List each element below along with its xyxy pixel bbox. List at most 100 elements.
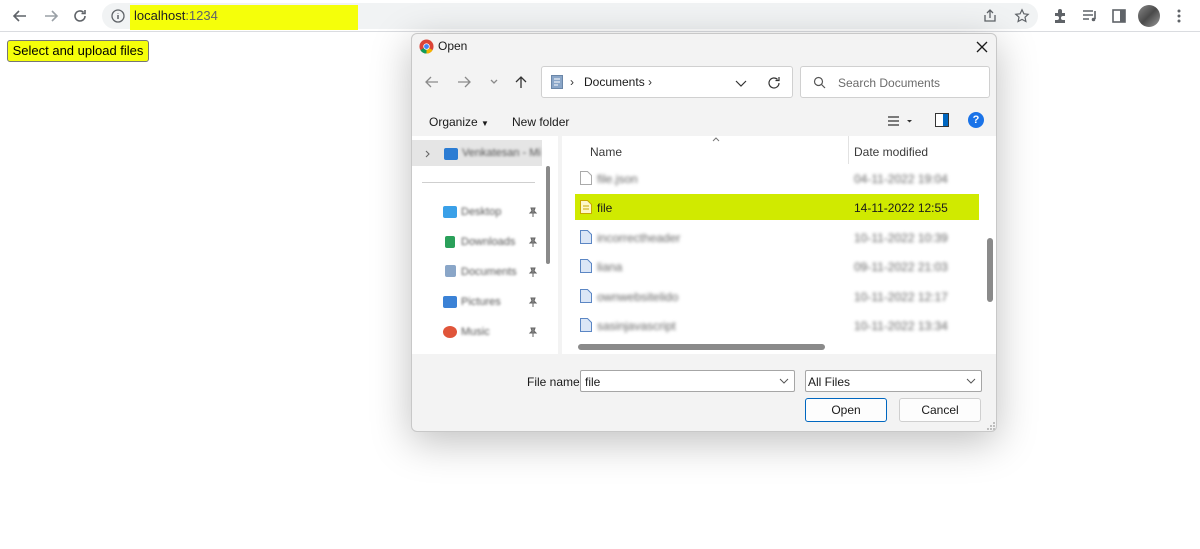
chevron-right-icon[interactable]: [424, 150, 432, 158]
view-options-icon[interactable]: [887, 114, 915, 128]
file-type-select[interactable]: All Files: [805, 370, 982, 392]
file-name: liana: [597, 260, 623, 274]
file-icon: [580, 200, 592, 214]
resize-grip-icon[interactable]: [986, 421, 996, 431]
pin-icon[interactable]: [528, 267, 538, 278]
file-date: 10-11-2022 10:39: [854, 231, 948, 245]
search-placeholder: Search Documents: [838, 76, 941, 90]
search-icon: [813, 76, 826, 89]
pin-icon[interactable]: [528, 297, 538, 308]
file-list-horizontal-scrollbar[interactable]: [578, 344, 825, 350]
pictures-icon: [443, 296, 457, 308]
new-folder-button[interactable]: New folder: [512, 115, 569, 129]
cancel-button[interactable]: Cancel: [899, 398, 981, 422]
dialog-address-row: › Documents › Search Documents: [412, 64, 996, 100]
chrome-logo-icon: [419, 39, 434, 54]
dialog-forward-icon[interactable]: [456, 74, 472, 90]
documents-icon: [445, 265, 456, 277]
pin-icon[interactable]: [528, 237, 538, 248]
file-icon: [580, 289, 592, 303]
side-panel-icon[interactable]: [1110, 7, 1128, 25]
navigation-pane: Venkatesan - Mi Desktop Downloads Docume…: [412, 136, 558, 354]
file-name-label: File name:: [527, 375, 584, 389]
help-icon[interactable]: ?: [968, 112, 984, 128]
media-control-icon[interactable]: [1081, 7, 1099, 25]
arrow-left-icon: [12, 10, 26, 22]
select-upload-button[interactable]: Select and upload files: [7, 40, 149, 62]
file-icon: [580, 318, 592, 332]
open-file-dialog: Open › Documents › Search Documents Orga…: [411, 33, 997, 432]
file-row-selected[interactable]: file 14-11-2022 12:55: [575, 194, 979, 220]
file-date: 14-11-2022 12:55: [854, 201, 948, 215]
file-row[interactable]: incorrectheader 10-11-2022 10:39: [575, 224, 979, 250]
nav-item-label: Pictures: [461, 296, 501, 308]
file-row[interactable]: liana 09-11-2022 21:03: [575, 253, 979, 279]
organize-button[interactable]: Organize ▼: [429, 115, 489, 129]
file-date: 10-11-2022 13:34: [854, 319, 948, 333]
star-icon[interactable]: [1014, 8, 1030, 24]
file-name: sasinjavascript: [597, 319, 676, 333]
file-type-value: All Files: [808, 375, 851, 389]
reload-icon: [74, 10, 86, 22]
pin-icon[interactable]: [528, 327, 538, 338]
download-icon: [445, 236, 455, 248]
open-button[interactable]: Open: [805, 398, 887, 422]
search-documents-input[interactable]: Search Documents: [800, 66, 990, 98]
back-button[interactable]: [8, 4, 32, 28]
path-segment[interactable]: Documents: [584, 75, 645, 89]
url-text[interactable]: localhost:1234: [134, 8, 218, 23]
recent-locations-icon[interactable]: [486, 74, 502, 90]
path-breadcrumb[interactable]: › Documents ›: [541, 66, 793, 98]
nav-item-label: Desktop: [461, 206, 502, 218]
nav-item-label: Documents: [461, 266, 517, 278]
nav-item-onedrive[interactable]: Venkatesan - Mi: [412, 140, 542, 166]
file-name-value: file: [585, 375, 601, 389]
sort-ascending-icon: [712, 137, 720, 142]
file-name: file: [597, 201, 613, 215]
more-menu-icon[interactable]: [1170, 7, 1188, 25]
desktop-icon: [443, 206, 457, 218]
file-name: ownwebsitelido: [597, 290, 679, 304]
file-row[interactable]: file.json 04-11-2022 19:04: [575, 165, 979, 191]
file-list-vertical-scrollbar[interactable]: [987, 238, 993, 302]
browser-toolbar: localhost:1234: [0, 0, 1200, 32]
reload-button[interactable]: [68, 4, 92, 28]
info-icon[interactable]: [110, 8, 126, 24]
address-bar[interactable]: localhost:1234: [102, 3, 1038, 30]
organize-label: Organize: [429, 115, 478, 129]
file-name-input[interactable]: file: [580, 370, 795, 392]
up-folder-icon[interactable]: [513, 74, 529, 90]
nav-item-label: Venkatesan - Mi: [462, 147, 541, 159]
file-name: file.json: [597, 172, 638, 186]
column-divider[interactable]: [848, 136, 849, 164]
file-row[interactable]: sasinjavascript 10-11-2022 13:34: [575, 312, 979, 338]
pin-icon[interactable]: [528, 207, 538, 218]
nav-scrollbar[interactable]: [546, 166, 550, 264]
dialog-back-icon[interactable]: [424, 74, 440, 90]
file-row[interactable]: ownwebsitelido 10-11-2022 12:17: [575, 283, 979, 309]
chevron-down-icon[interactable]: [734, 76, 748, 90]
chevron-down-icon[interactable]: [779, 376, 789, 386]
preview-pane-icon[interactable]: [935, 113, 949, 127]
extensions-icon[interactable]: [1051, 7, 1069, 25]
column-header-name[interactable]: Name: [590, 145, 622, 159]
forward-button[interactable]: [39, 4, 63, 28]
chevron-down-icon[interactable]: [966, 376, 976, 386]
url-host: localhost: [134, 8, 186, 23]
column-header-date[interactable]: Date modified: [854, 145, 928, 159]
file-date: 10-11-2022 12:17: [854, 290, 948, 304]
file-name: incorrectheader: [597, 231, 681, 245]
command-bar: Organize ▼ New folder ?: [412, 108, 996, 134]
file-date: 09-11-2022 21:03: [854, 260, 948, 274]
refresh-icon[interactable]: [766, 75, 782, 91]
caret-down-icon: ▼: [481, 119, 489, 128]
dialog-titlebar: Open: [412, 34, 996, 60]
url-port: :1234: [185, 8, 218, 23]
file-icon: [580, 259, 592, 273]
close-icon[interactable]: [974, 39, 990, 55]
arrow-right-icon: [45, 10, 59, 22]
path-separator-icon: ›: [648, 75, 652, 89]
profile-avatar[interactable]: [1138, 5, 1160, 27]
nav-divider: [422, 182, 535, 183]
share-icon[interactable]: [982, 8, 998, 24]
